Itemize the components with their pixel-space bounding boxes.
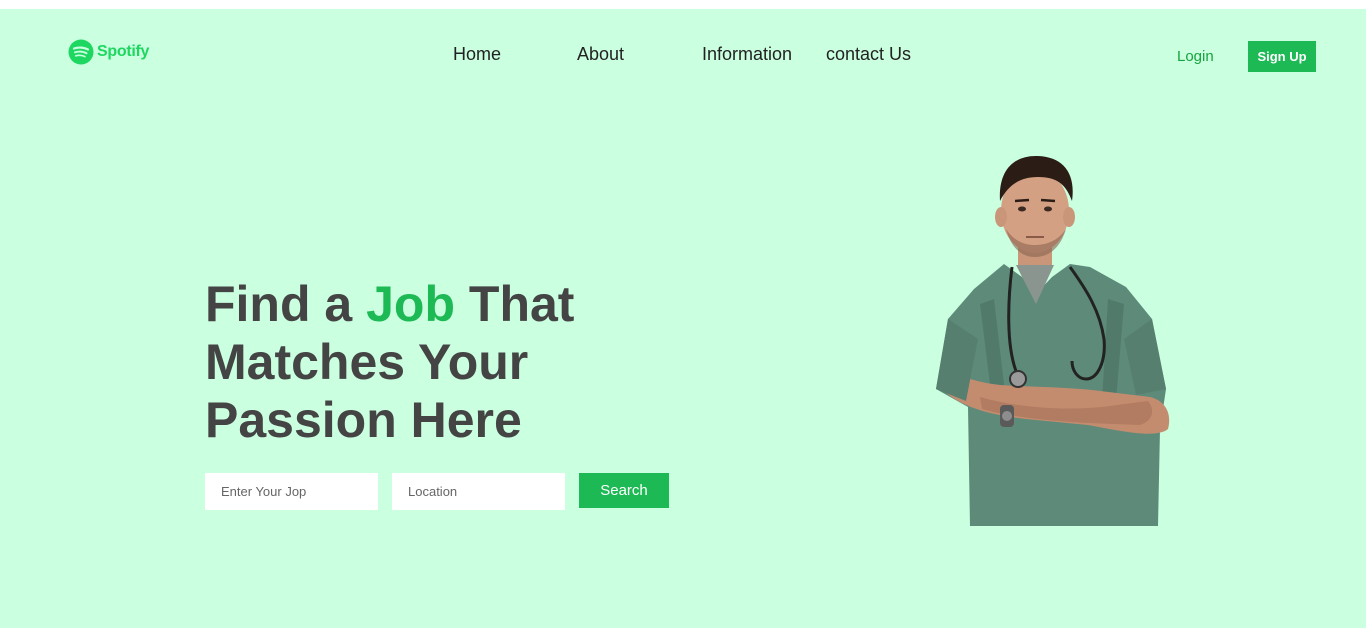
nav-about[interactable]: About (577, 43, 624, 65)
nav-home[interactable]: Home (453, 43, 501, 65)
landing-page: Spotify Home About Information contact U… (0, 9, 1366, 628)
spotify-icon (68, 39, 94, 65)
hero-title-accent: Job (366, 276, 456, 332)
doctor-illustration (936, 155, 1170, 526)
logo-text: Spotify (97, 43, 150, 60)
hero-title: Find a Job That Matches Your Passion Her… (205, 275, 725, 449)
login-link[interactable]: Login (1177, 47, 1214, 67)
sign-up-button[interactable]: Sign Up (1248, 41, 1316, 72)
nav-contact-us[interactable]: contact Us (826, 43, 911, 65)
search-button[interactable]: Search (579, 473, 669, 508)
hero-title-part1: Find a (205, 276, 367, 332)
location-input[interactable] (392, 473, 565, 510)
nav-information[interactable]: Information (702, 43, 792, 65)
spotify-logo[interactable]: Spotify (68, 39, 149, 65)
job-search-input[interactable] (205, 473, 378, 510)
